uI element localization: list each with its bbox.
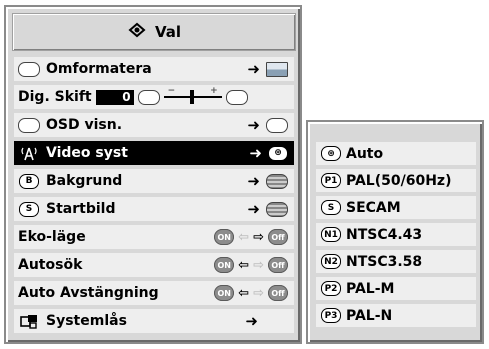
shift-down-icon[interactable] <box>137 89 160 105</box>
system-lock-icon <box>18 313 40 329</box>
arrow-right-icon: ➜ <box>245 312 258 330</box>
reformat-preview-icon <box>266 61 288 77</box>
menu-item-eko-lage[interactable]: Eko-läge ON ⇦ ⇨ Off <box>14 225 294 249</box>
arrow-right-icon: ➜ <box>247 116 260 134</box>
video-system-submenu: ⊛ Auto P1 PAL(50/60Hz) S SECAM N1 NTSC4.… <box>306 120 484 344</box>
p3-icon: P3 <box>320 308 342 324</box>
arrow-right-icon: ➜ <box>247 200 260 218</box>
menu-item-bakgrund[interactable]: B Bakgrund ➜ <box>14 169 294 193</box>
settings-icon <box>127 21 147 43</box>
toggle-off-button[interactable]: Off <box>268 285 288 301</box>
shift-up-icon[interactable] <box>225 89 248 105</box>
menu-title-bar: Val <box>12 13 296 51</box>
menu-item-startbild[interactable]: S Startbild ➜ <box>14 197 294 221</box>
option-pal-n[interactable]: P3 PAL-N <box>316 304 476 327</box>
startup-preview-icon <box>266 201 288 217</box>
toggle-off-button[interactable]: Off <box>268 257 288 273</box>
option-pal-m[interactable]: P2 PAL-M <box>316 277 476 300</box>
s-icon: S <box>18 201 40 217</box>
auto-mode-icon: ⊛ <box>268 145 288 161</box>
osd-preview-icon <box>266 117 288 133</box>
option-auto[interactable]: ⊛ Auto <box>316 142 476 165</box>
toggle-on-button[interactable]: ON <box>214 285 235 301</box>
menu-item-osd-visn[interactable]: OSD visn. ➜ <box>14 113 294 137</box>
background-preview-icon <box>266 173 288 189</box>
menu-item-systemlas[interactable]: Systemlås ➜ <box>14 309 294 333</box>
b-icon: B <box>18 173 40 189</box>
menu-item-auto-avstangning[interactable]: Auto Avstängning ON ⇦ ⇨ Off <box>14 281 294 305</box>
osd-icon <box>18 117 40 133</box>
dig-skift-value: 0 <box>95 89 134 105</box>
menu-item-omformatera[interactable]: Omformatera ➜ <box>14 57 294 81</box>
p2-icon: P2 <box>320 281 342 297</box>
toggle-on-button[interactable]: ON <box>214 257 235 273</box>
arrow-right-icon: ➜ <box>249 144 262 162</box>
antenna-icon <box>18 145 40 161</box>
menu-title: Val <box>154 23 182 41</box>
option-ntsc443[interactable]: N1 NTSC4.43 <box>316 223 476 246</box>
option-secam[interactable]: S SECAM <box>316 196 476 219</box>
arrow-right-icon: ➜ <box>247 60 260 78</box>
menu-item-video-syst[interactable]: Video syst ➜ ⊛ <box>14 141 294 165</box>
menu-item-autosok[interactable]: Autosök ON ⇦ ⇨ Off <box>14 253 294 277</box>
toggle-off-button[interactable]: Off <box>268 229 288 245</box>
option-ntsc358[interactable]: N2 NTSC3.58 <box>316 250 476 273</box>
arrow-right-icon: ➜ <box>247 172 260 190</box>
menu-item-dig-skift[interactable]: Dig. Skift 0 − + <box>14 85 294 109</box>
n1-icon: N1 <box>320 227 342 243</box>
settings-menu-panel: Val Omformatera ➜ Dig. Skift 0 − + OSD v… <box>4 5 302 344</box>
dig-skift-slider[interactable]: − + <box>163 86 222 104</box>
reformat-icon <box>18 61 40 77</box>
p1-icon: P1 <box>320 173 342 189</box>
toggle-on-button[interactable]: ON <box>214 229 235 245</box>
s-icon: S <box>320 200 342 216</box>
n2-icon: N2 <box>320 254 342 270</box>
auto-icon: ⊛ <box>320 146 342 162</box>
option-pal-50-60hz[interactable]: P1 PAL(50/60Hz) <box>316 169 476 192</box>
